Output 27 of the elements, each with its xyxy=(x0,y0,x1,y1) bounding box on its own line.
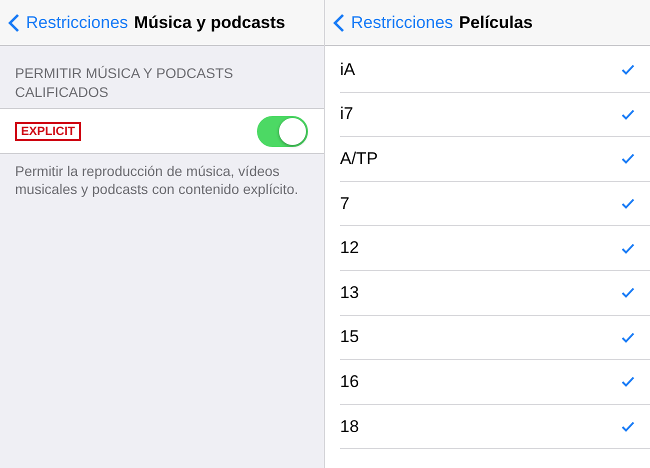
rating-label: 18 xyxy=(340,416,359,437)
rating-row[interactable]: i7 xyxy=(340,92,650,138)
explicit-badge: EXPLICIT xyxy=(15,122,82,140)
screen-title: Música y podcasts xyxy=(134,12,286,32)
rating-row[interactable]: 16 xyxy=(340,360,650,405)
rating-label: 16 xyxy=(340,372,359,392)
rating-row[interactable]: 15 xyxy=(340,316,650,360)
footer-text: Permitir la reproducción de música, vídeos musicales y podcasts con contenido explícito. xyxy=(14,162,300,199)
chevron-icon xyxy=(8,12,20,32)
rating-label: 13 xyxy=(340,282,359,303)
back-button[interactable]: Restricciones xyxy=(333,12,454,32)
toggle-switch[interactable] xyxy=(257,116,308,146)
screen-title: Películas xyxy=(459,12,533,32)
rating-row[interactable]: 7 xyxy=(340,182,650,226)
rating-label: 7 xyxy=(340,194,350,214)
rating-row[interactable]: iA xyxy=(340,48,650,93)
rating-label: iA xyxy=(340,60,356,80)
rating-label: 15 xyxy=(340,327,359,348)
chevron-icon xyxy=(333,12,345,32)
rating-row[interactable]: 13 xyxy=(340,270,650,316)
rating-label: A/TP xyxy=(340,148,378,169)
rating-label: 12 xyxy=(340,238,359,258)
back-button[interactable]: Restricciones xyxy=(8,12,128,32)
rating-row[interactable]: A/TP xyxy=(340,137,650,182)
rating-label: i7 xyxy=(340,104,354,124)
rating-row[interactable]: 12 xyxy=(340,226,650,271)
rating-row[interactable]: 18 xyxy=(340,404,650,450)
